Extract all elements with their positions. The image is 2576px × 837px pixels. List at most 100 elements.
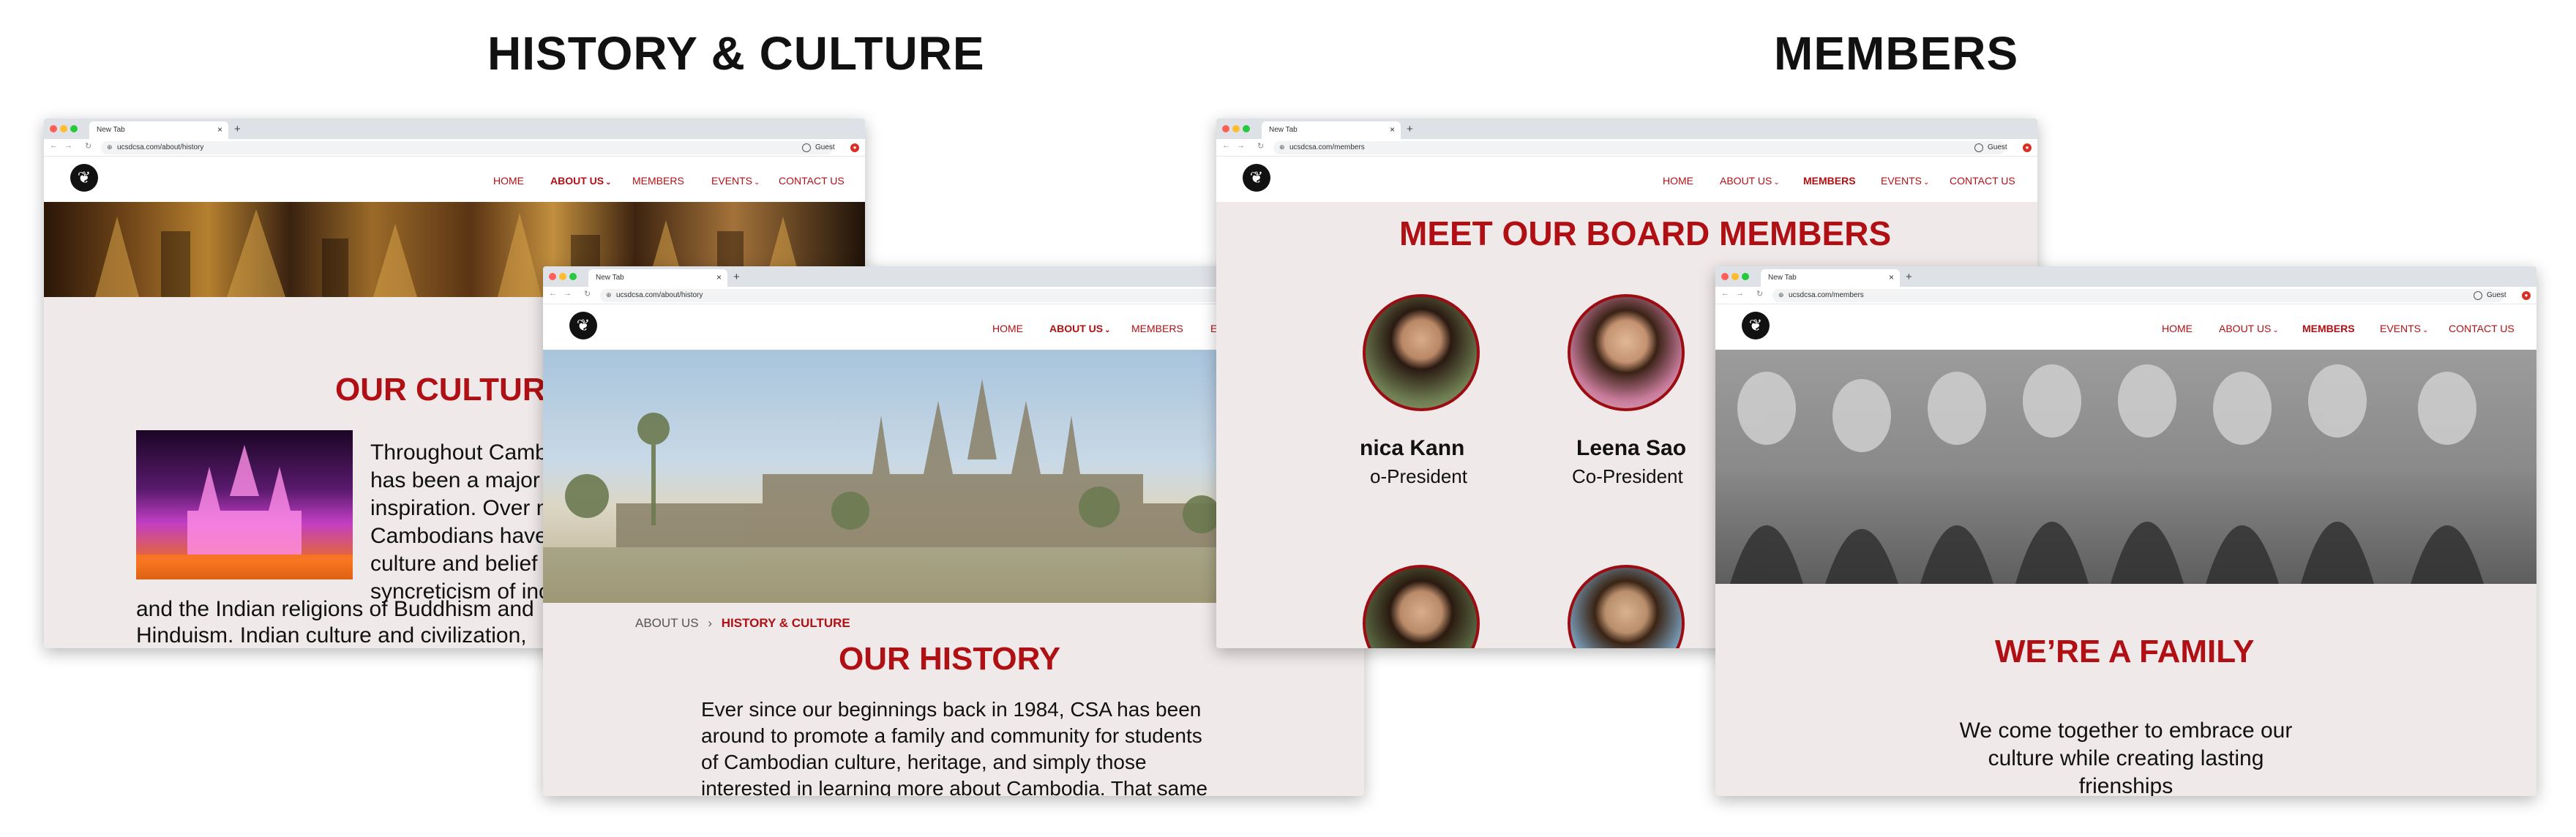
member-role: Co-President xyxy=(1572,465,1683,487)
url-bar[interactable]: ⊕ ucsdcsa.com/members xyxy=(1273,141,2005,154)
nav-about-label: ABOUT US xyxy=(1049,323,1104,334)
zoom-window-button[interactable] xyxy=(569,273,577,280)
close-window-button[interactable] xyxy=(1721,273,1729,280)
close-window-button[interactable] xyxy=(1222,125,1229,132)
url-text: ucsdcsa.com/about/history xyxy=(616,291,703,299)
minimize-window-button[interactable] xyxy=(559,273,566,280)
group-photo-hero-image xyxy=(1715,350,2536,584)
new-tab-icon[interactable]: + xyxy=(1906,271,1912,283)
nav-events[interactable]: EVENTS⌄ xyxy=(1881,175,1929,187)
zoom-window-button[interactable] xyxy=(70,125,78,132)
culture-text-line-4: culture and belief s xyxy=(370,552,555,576)
nav-members[interactable]: MEMBERS xyxy=(2302,323,2355,334)
url-text: ucsdcsa.com/about/history xyxy=(117,143,204,151)
chevron-down-icon: ⌄ xyxy=(1104,326,1111,334)
minimize-window-button[interactable] xyxy=(1232,125,1240,132)
nav-about[interactable]: ABOUT US ⌄ xyxy=(2219,323,2279,334)
nav-about[interactable]: ABOUT US ⌄ xyxy=(550,175,612,187)
member-photo[interactable] xyxy=(1363,294,1480,411)
nav-about[interactable]: ABOUT US ⌄ xyxy=(1720,175,1780,187)
logo-icon[interactable]: ❦ xyxy=(569,312,597,339)
back-icon[interactable]: ← xyxy=(1222,141,1230,150)
logo-icon[interactable]: ❦ xyxy=(1243,164,1270,192)
browser-window-family: New Tab × + ← → ↻ ⊕ ucsdcsa.com/members Gu… xyxy=(1715,266,2536,796)
history-text-line-1: around to promote a family and community… xyxy=(701,724,1202,747)
nav-about-label: ABOUT US xyxy=(550,175,604,187)
nav-members[interactable]: MEMBERS xyxy=(1803,175,1856,187)
site-navbar: ❦ HOME ABOUT US⌄ MEMBERS EVENTS⌄ CONTACT… xyxy=(1216,157,2037,202)
nav-contact[interactable]: CONTACT US xyxy=(2449,323,2515,334)
culture-text-line-0: Throughout Cambo xyxy=(370,440,560,465)
reload-icon[interactable]: ↻ xyxy=(1756,289,1763,299)
nav-home[interactable]: HOME xyxy=(493,175,524,187)
extension-icon[interactable]: ● xyxy=(2522,291,2531,300)
member-photo[interactable] xyxy=(1568,294,1685,411)
profile-icon[interactable] xyxy=(2474,291,2482,300)
new-tab-icon[interactable]: + xyxy=(1407,123,1413,135)
breadcrumb-parent[interactable]: ABOUT US xyxy=(635,616,699,630)
nav-contact[interactable]: CONTACT US xyxy=(1950,175,2015,187)
url-bar[interactable]: ⊕ ucsdcsa.com/about/history xyxy=(101,141,833,154)
forward-icon[interactable]: → xyxy=(564,289,572,298)
nav-events[interactable]: EVENTS⌄ xyxy=(711,175,760,187)
close-tab-icon[interactable]: × xyxy=(1889,272,1894,282)
back-icon[interactable]: ← xyxy=(50,141,58,150)
minimize-window-button[interactable] xyxy=(60,125,67,132)
reload-icon[interactable]: ↻ xyxy=(85,141,91,151)
new-tab-icon[interactable]: + xyxy=(733,271,740,283)
url-bar[interactable]: ⊕ ucsdcsa.com/members xyxy=(1772,289,2504,302)
chevron-down-icon: ⌄ xyxy=(2422,326,2429,334)
site-navbar: ❦ HOME ABOUT US⌄ MEMBERS EVENTS⌄ CONTACT… xyxy=(44,157,865,202)
reload-icon[interactable]: ↻ xyxy=(1257,141,1264,151)
tab-title: New Tab xyxy=(1269,126,1298,134)
profile-icon[interactable] xyxy=(802,143,811,152)
zoom-window-button[interactable] xyxy=(1742,273,1749,280)
forward-icon[interactable]: → xyxy=(64,141,72,150)
browser-tab[interactable]: New Tab × xyxy=(588,269,727,287)
minimize-window-button[interactable] xyxy=(1731,273,1739,280)
guest-label: Guest xyxy=(2487,291,2506,299)
forward-icon[interactable]: → xyxy=(1736,289,1744,298)
profile-icon[interactable] xyxy=(1974,143,1983,152)
title-members: MEMBERS xyxy=(1774,27,2019,80)
member-photo[interactable] xyxy=(1363,565,1480,648)
nav-home[interactable]: HOME xyxy=(1663,175,1693,187)
browser-tab[interactable]: New Tab × xyxy=(1262,121,1401,139)
close-tab-icon[interactable]: × xyxy=(217,124,222,135)
lock-icon: ⊕ xyxy=(606,291,612,299)
culture-text-line-1: has been a major s xyxy=(370,468,558,492)
chevron-down-icon: ⌄ xyxy=(605,179,612,187)
extension-icon[interactable]: ● xyxy=(2023,143,2032,152)
history-text-line-2: of Cambodian culture, heritage, and simp… xyxy=(701,751,1147,773)
url-text: ucsdcsa.com/members xyxy=(1289,143,1365,151)
nav-contact[interactable]: CONTACT US xyxy=(779,175,845,187)
nav-about[interactable]: ABOUT US ⌄ xyxy=(1049,323,1111,334)
breadcrumb-separator-icon: › xyxy=(708,616,712,630)
browser-tab[interactable]: New Tab × xyxy=(89,121,228,139)
member-photo[interactable] xyxy=(1568,565,1685,648)
history-text-line-3: interested in learning more about Cambod… xyxy=(701,777,1208,796)
close-window-button[interactable] xyxy=(50,125,57,132)
nav-events[interactable]: EVENTS⌄ xyxy=(2380,323,2428,334)
logo-icon[interactable]: ❦ xyxy=(1742,312,1770,339)
family-text-line-2: frienships xyxy=(2078,774,2174,796)
new-tab-icon[interactable]: + xyxy=(234,123,241,135)
nav-members[interactable]: MEMBERS xyxy=(1131,323,1183,334)
nav-members[interactable]: MEMBERS xyxy=(632,175,684,187)
close-tab-icon[interactable]: × xyxy=(1390,124,1395,135)
tab-strip: New Tab × + xyxy=(1216,119,2037,139)
back-icon[interactable]: ← xyxy=(549,289,557,298)
extension-icon[interactable]: ● xyxy=(850,143,859,152)
history-heading: OUR HISTORY xyxy=(839,641,1061,677)
member-name: nica Kann xyxy=(1360,436,1465,460)
zoom-window-button[interactable] xyxy=(1243,125,1250,132)
nav-home[interactable]: HOME xyxy=(992,323,1023,334)
reload-icon[interactable]: ↻ xyxy=(584,289,591,299)
close-window-button[interactable] xyxy=(549,273,556,280)
nav-home[interactable]: HOME xyxy=(2162,323,2193,334)
logo-icon[interactable]: ❦ xyxy=(70,164,98,192)
back-icon[interactable]: ← xyxy=(1721,289,1729,298)
browser-tab[interactable]: New Tab × xyxy=(1761,269,1900,287)
close-tab-icon[interactable]: × xyxy=(716,272,722,282)
forward-icon[interactable]: → xyxy=(1237,141,1245,150)
